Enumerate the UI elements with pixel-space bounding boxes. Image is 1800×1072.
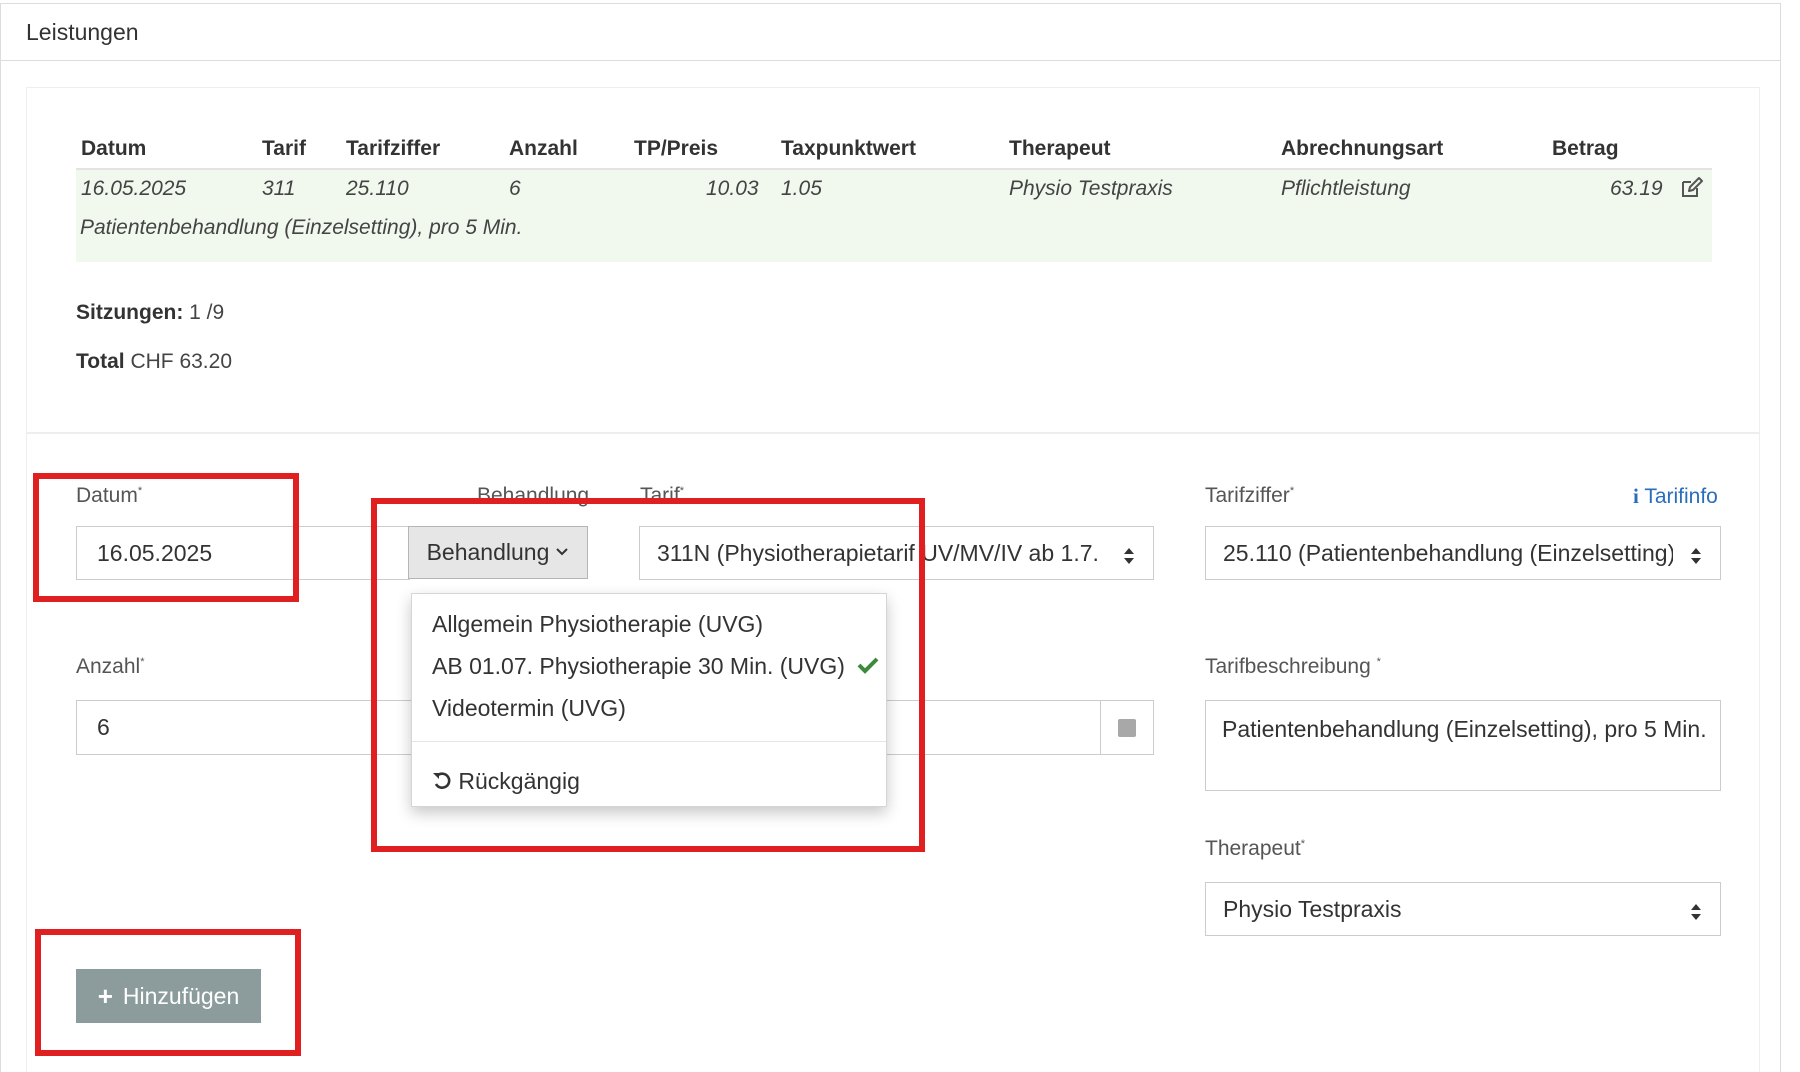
cell-tarif: 311 [262, 177, 296, 200]
select-arrows-icon [1690, 900, 1702, 920]
column-header-taxpunktwert: Taxpunktwert [781, 137, 916, 160]
cell-tarifziffer: 25.110 [346, 177, 409, 200]
column-header-betrag: Betrag [1552, 137, 1619, 160]
annotation-box-datum [33, 473, 299, 602]
panel-divider [1, 60, 1780, 61]
annotation-box-behandlung [371, 498, 925, 852]
panel-title: Leistungen [26, 19, 139, 45]
tarifziffer-label-text: Tarifziffer [1205, 484, 1290, 507]
tarifziffer-select-value: 25.110 (Patientenbehandlung (Einzelsetti… [1223, 539, 1673, 566]
sitzungen-value: 1 /9 [189, 301, 225, 324]
cell-therapeut: Physio Testpraxis [1009, 177, 1173, 200]
stop-icon [1118, 718, 1136, 737]
total-label: Total [76, 350, 125, 373]
tarifinfo-link[interactable]: i Tarifinfo [1633, 484, 1718, 509]
cell-abrechnungsart: Pflichtleistung [1281, 177, 1411, 200]
required-mark: * [140, 656, 145, 668]
sitzungen-summary: Sitzungen: 1 /9 [76, 301, 224, 325]
column-header-tarifziffer: Tarifziffer [346, 137, 441, 160]
therapeut-label-text: Therapeut [1205, 837, 1301, 860]
anzahl-label: Anzahl* [76, 655, 145, 679]
tarifziffer-select[interactable]: 25.110 (Patientenbehandlung (Einzelsetti… [1205, 526, 1721, 580]
sitzungen-label: Sitzungen: [76, 301, 184, 324]
tarifbeschreibung-label-text: Tarifbeschreibung [1205, 655, 1371, 678]
tarifinfo-link-label: Tarifinfo [1644, 485, 1718, 508]
cell-beschreibung: Patientenbehandlung (Einzelsetting), pro… [80, 216, 523, 239]
total-summary: Total CHF 63.20 [76, 350, 232, 374]
required-mark: * [1376, 656, 1381, 668]
tarifziffer-label: Tarifziffer* [1205, 484, 1294, 508]
tarifbeschreibung-label: Tarifbeschreibung * [1205, 655, 1381, 679]
required-mark: * [1289, 485, 1295, 497]
cell-tp-preis: 10.03 [706, 177, 759, 200]
total-value: CHF 63.20 [130, 350, 232, 373]
cell-taxpunktwert: 1.05 [781, 177, 822, 200]
therapeut-label: Therapeut* [1205, 837, 1305, 861]
tarifbeschreibung-textarea[interactable]: Patientenbehandlung (Einzelsetting), pro… [1205, 700, 1721, 791]
column-header-therapeut: Therapeut [1009, 137, 1111, 160]
column-header-datum: Datum [81, 137, 147, 160]
anzahl-label-text: Anzahl [76, 655, 141, 678]
column-header-tarif: Tarif [262, 137, 306, 160]
info-icon: i [1633, 484, 1639, 508]
column-header-tp-preis: TP/Preis [634, 137, 719, 160]
select-arrows-icon [1690, 544, 1702, 564]
cell-anzahl: 6 [509, 177, 521, 200]
required-mark: * [1300, 838, 1306, 850]
edit-icon[interactable] [1680, 176, 1704, 200]
stop-button[interactable] [1100, 700, 1154, 755]
annotation-box-hinzufuegen [35, 929, 301, 1056]
cell-betrag: 63.19 [1610, 177, 1663, 200]
select-arrows-icon [1123, 544, 1135, 564]
cell-datum: 16.05.2025 [81, 177, 187, 200]
column-header-abrechnungsart: Abrechnungsart [1281, 137, 1444, 160]
required-mark: * [679, 485, 684, 497]
column-header-anzahl: Anzahl [509, 137, 578, 160]
therapeut-select[interactable]: Physio Testpraxis [1205, 882, 1721, 936]
therapeut-select-value: Physio Testpraxis [1223, 895, 1402, 922]
